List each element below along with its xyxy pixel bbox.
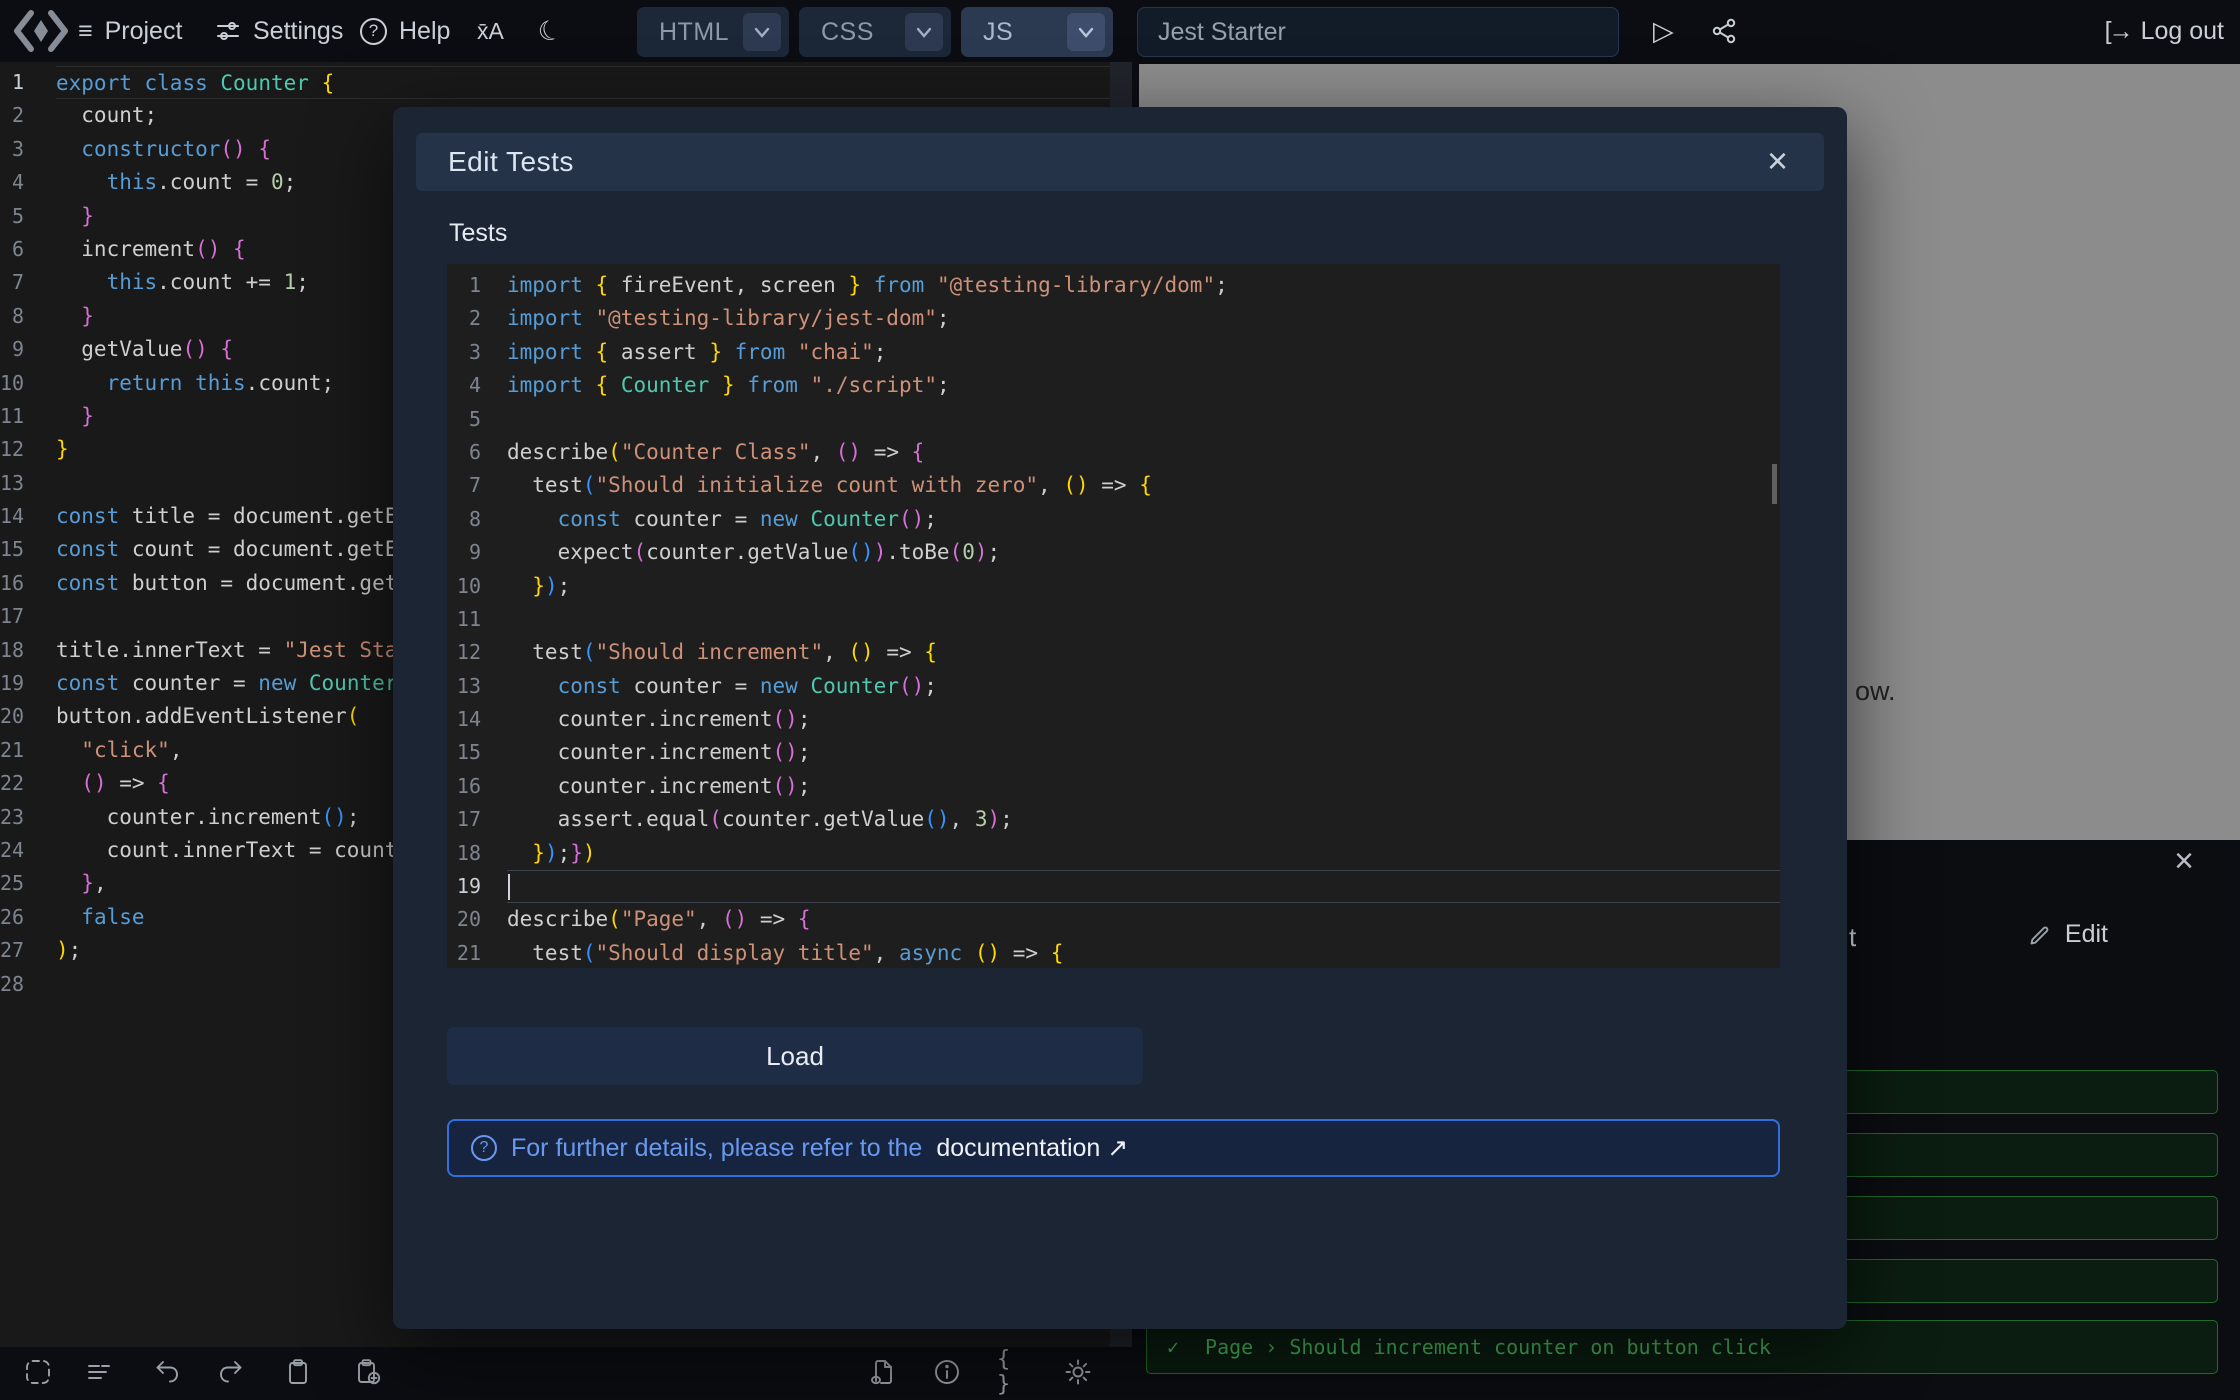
code-line: 4import { Counter } from "./script"; bbox=[447, 369, 1780, 402]
code-line: 5 bbox=[447, 403, 1780, 436]
modal-title: Edit Tests bbox=[448, 146, 574, 178]
close-icon[interactable]: × bbox=[1767, 141, 1788, 181]
paste-clipboard-icon[interactable] bbox=[352, 1356, 384, 1388]
chevron-down-icon[interactable] bbox=[1067, 13, 1105, 51]
code-line: 18 });}) bbox=[447, 837, 1780, 870]
logout-icon: [→ bbox=[2105, 17, 2131, 46]
tests-section-label: Tests bbox=[449, 219, 507, 248]
translate-button[interactable]: x̄A bbox=[477, 0, 504, 62]
code-line: 9 expect(counter.getValue()).toBe(0); bbox=[447, 536, 1780, 569]
help-menu-label: Help bbox=[399, 17, 450, 46]
play-icon: ▷ bbox=[1653, 16, 1674, 47]
code-line: 13 const counter = new Counter(); bbox=[447, 670, 1780, 703]
css-editor-select[interactable]: CSS bbox=[799, 7, 951, 57]
run-button[interactable]: ▷ bbox=[1653, 0, 1674, 62]
redo-icon[interactable] bbox=[215, 1356, 247, 1388]
share-button[interactable] bbox=[1710, 0, 1738, 62]
code-line: 6describe("Counter Class", () => { bbox=[447, 436, 1780, 469]
load-button-label: Load bbox=[766, 1041, 824, 1072]
app-logo-icon bbox=[10, 8, 72, 54]
code-line: 14 counter.increment(); bbox=[447, 703, 1780, 736]
braces-icon[interactable]: { } bbox=[997, 1356, 1029, 1388]
code-line: 3import { assert } from "chai"; bbox=[447, 336, 1780, 369]
js-editor-label: JS bbox=[983, 18, 1013, 47]
edit-tests-modal: Edit Tests × Tests 1import { fireEvent, … bbox=[393, 107, 1847, 1329]
logout-button[interactable]: [→ Log out bbox=[2105, 0, 2224, 62]
share-icon bbox=[1710, 17, 1738, 45]
code-line: 11 bbox=[447, 603, 1780, 636]
code-line: 1export class Counter { bbox=[0, 66, 1132, 99]
modal-header: Edit Tests × bbox=[416, 133, 1824, 191]
documentation-link-label: documentation bbox=[936, 1134, 1100, 1162]
help-menu[interactable]: ? Help bbox=[360, 0, 450, 62]
documentation-notice: ? For further details, please refer to t… bbox=[447, 1119, 1780, 1177]
info-icon[interactable] bbox=[931, 1356, 963, 1388]
translate-icon: x̄A bbox=[477, 18, 504, 45]
js-editor-select[interactable]: JS bbox=[961, 7, 1113, 57]
code-line: 15 counter.increment(); bbox=[447, 736, 1780, 769]
code-line: 16 counter.increment(); bbox=[447, 770, 1780, 803]
settings-menu-label: Settings bbox=[253, 17, 343, 46]
help-circle-icon: ? bbox=[471, 1135, 497, 1161]
select-all-icon[interactable] bbox=[22, 1356, 54, 1388]
format-lines-icon[interactable] bbox=[83, 1356, 115, 1388]
logout-label: Log out bbox=[2141, 17, 2224, 46]
gear-icon[interactable] bbox=[1062, 1356, 1094, 1388]
test-result-text: Page › Should increment counter on butto… bbox=[1205, 1335, 1771, 1359]
code-line: 19 bbox=[447, 870, 1780, 903]
css-editor-label: CSS bbox=[821, 18, 874, 47]
preview-text-fragment: ow. bbox=[1855, 676, 1896, 707]
file-link-icon[interactable] bbox=[866, 1356, 898, 1388]
undo-icon[interactable] bbox=[151, 1356, 183, 1388]
code-line: 17 assert.equal(counter.getValue(), 3); bbox=[447, 803, 1780, 836]
external-link-icon: ↗ bbox=[1107, 1134, 1128, 1162]
sliders-icon bbox=[215, 18, 241, 44]
edit-tests-button[interactable]: Edit bbox=[2027, 920, 2108, 949]
code-line: 2import "@testing-library/jest-dom"; bbox=[447, 302, 1780, 335]
project-menu-label: Project bbox=[105, 17, 183, 46]
help-icon: ? bbox=[360, 18, 387, 45]
settings-menu[interactable]: Settings bbox=[215, 0, 343, 62]
code-line: 8 const counter = new Counter(); bbox=[447, 503, 1780, 536]
notice-text: For further details, please refer to the bbox=[511, 1134, 922, 1163]
html-editor-select[interactable]: HTML bbox=[637, 7, 789, 57]
close-icon[interactable]: × bbox=[2174, 842, 2194, 881]
code-line: 10 }); bbox=[447, 570, 1780, 603]
project-name-input[interactable] bbox=[1137, 7, 1619, 57]
documentation-link[interactable]: documentation ↗ bbox=[936, 1133, 1128, 1163]
code-line: 21 test("Should display title", async ()… bbox=[447, 937, 1780, 968]
load-button[interactable]: Load bbox=[447, 1027, 1143, 1085]
code-line: 20describe("Page", () => { bbox=[447, 903, 1780, 936]
copy-clipboard-icon[interactable] bbox=[282, 1356, 314, 1388]
theme-toggle[interactable]: ☾ bbox=[538, 0, 562, 62]
menu-icon: ≡ bbox=[78, 17, 93, 46]
code-line: 1import { fireEvent, screen } from "@tes… bbox=[447, 269, 1780, 302]
code-line: 7 test("Should initialize count with zer… bbox=[447, 469, 1780, 502]
top-bar: ≡ Project Settings ? Help x̄A ☾ HTML CSS… bbox=[0, 0, 2240, 62]
chevron-down-icon[interactable] bbox=[743, 13, 781, 51]
check-icon: ✓ bbox=[1167, 1335, 1179, 1359]
moon-icon: ☾ bbox=[534, 13, 567, 50]
tests-code-editor[interactable]: 1import { fireEvent, screen } from "@tes… bbox=[447, 264, 1780, 968]
results-title-fragment: t bbox=[1849, 922, 1856, 953]
html-editor-label: HTML bbox=[659, 18, 729, 47]
chevron-down-icon[interactable] bbox=[905, 13, 943, 51]
pencil-icon bbox=[2027, 922, 2053, 948]
code-line: 12 test("Should increment", () => { bbox=[447, 636, 1780, 669]
project-menu[interactable]: ≡ Project bbox=[78, 0, 182, 62]
edit-tests-label: Edit bbox=[2065, 920, 2108, 949]
